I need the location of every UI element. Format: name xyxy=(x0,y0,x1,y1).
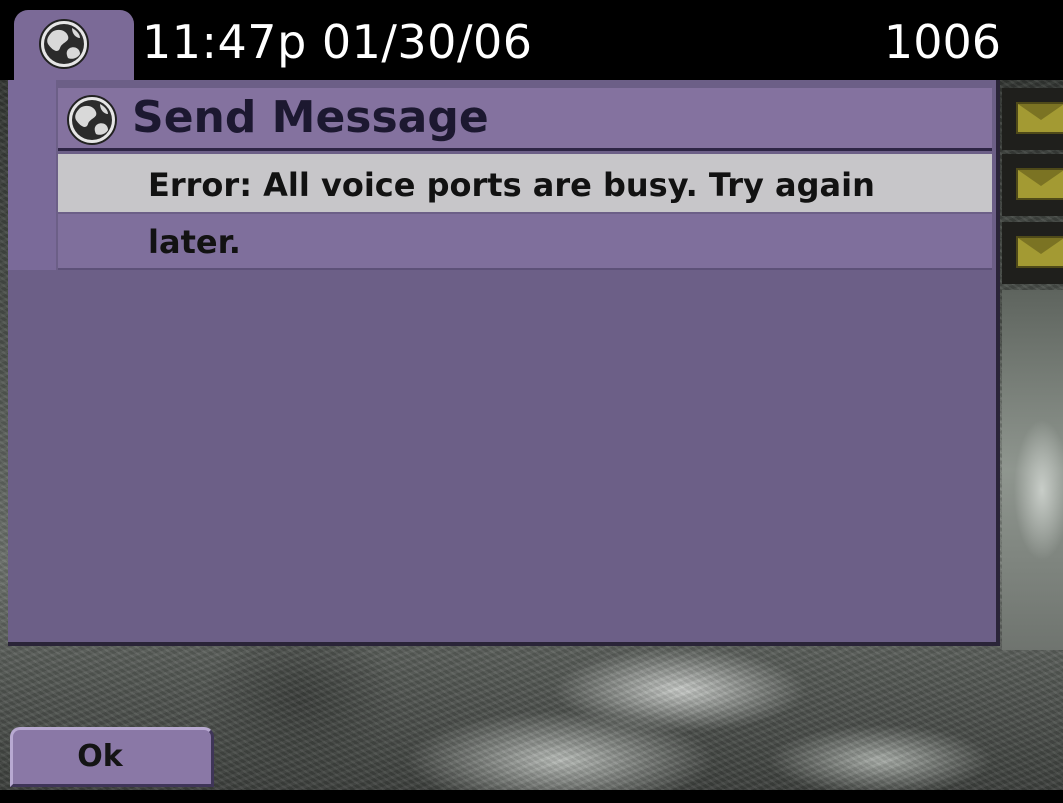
dialog-left-strip xyxy=(8,80,56,270)
dialog-title: Send Message xyxy=(132,92,489,143)
globe-icon xyxy=(67,95,117,145)
envelope-icon xyxy=(1016,236,1063,268)
wallpaper-strip xyxy=(1002,290,1063,650)
phone-screen: 11:47p 01/30/06 1006 Send Message Error:… xyxy=(0,0,1063,803)
ok-softkey-button[interactable]: Ok xyxy=(10,727,214,787)
error-message-line2: later. xyxy=(148,223,241,261)
line-button-3[interactable] xyxy=(1002,222,1063,284)
error-message-line1: Error: All voice ports are busy. Try aga… xyxy=(148,166,875,204)
line-button-2[interactable] xyxy=(1002,154,1063,216)
globe-icon xyxy=(39,19,89,69)
status-time-date: 11:47p 01/30/06 xyxy=(142,15,533,69)
bottom-bezel xyxy=(0,790,1063,803)
envelope-icon xyxy=(1016,102,1063,134)
status-extension: 1006 xyxy=(883,15,1001,69)
envelope-icon xyxy=(1016,168,1063,200)
line-button-1[interactable] xyxy=(1002,88,1063,150)
